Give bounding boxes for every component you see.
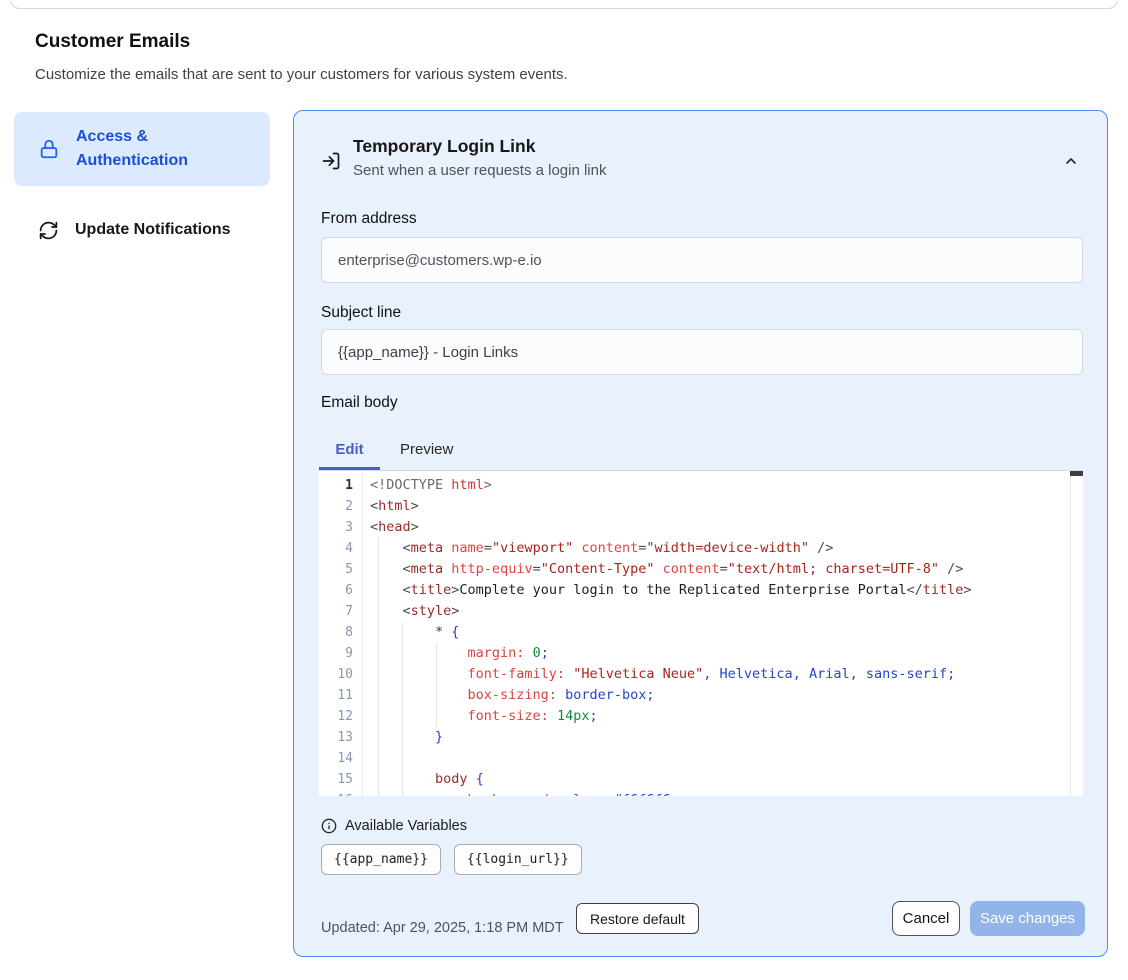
sidebar-item-label: Access & Authentication — [76, 125, 256, 173]
line-number-gutter: 12345678910111213141516 — [319, 471, 363, 796]
active-tab-underline — [319, 467, 380, 470]
variable-chip[interactable]: {{app_name}} — [321, 844, 441, 875]
page-subtitle: Customize the emails that are sent to yo… — [35, 66, 568, 83]
panel-subtitle: Sent when a user requests a login link — [353, 162, 606, 179]
code-editor[interactable]: 12345678910111213141516 <!DOCTYPE html><… — [319, 470, 1083, 796]
info-icon — [321, 818, 337, 834]
code-lines[interactable]: <!DOCTYPE html><html><head> <meta name="… — [364, 471, 1070, 796]
panel-header: Temporary Login Link Sent when a user re… — [353, 136, 606, 179]
from-address-label: From address — [321, 210, 417, 228]
tab-preview[interactable]: Preview — [380, 431, 473, 467]
updated-timestamp: Updated: Apr 29, 2025, 1:18 PM MDT — [321, 920, 564, 936]
editor-scrollbar-thumb[interactable] — [1070, 471, 1083, 476]
tab-edit[interactable]: Edit — [319, 431, 380, 467]
available-variables-label: Available Variables — [345, 818, 467, 834]
variable-chips: {{app_name}} {{login_url}} — [321, 844, 582, 875]
variable-chip[interactable]: {{login_url}} — [454, 844, 582, 875]
subject-line-label: Subject line — [321, 304, 401, 322]
panel-title: Temporary Login Link — [353, 136, 606, 157]
email-body-tabs: Edit Preview — [319, 431, 473, 467]
editor-scrollbar[interactable] — [1070, 471, 1083, 796]
available-variables-row: Available Variables — [321, 818, 467, 834]
temporary-login-link-panel: Temporary Login Link Sent when a user re… — [293, 110, 1108, 957]
refresh-icon — [38, 220, 59, 241]
sidebar-item-access-authentication[interactable]: Access & Authentication — [14, 112, 270, 186]
sidebar-item-label: Update Notifications — [75, 218, 231, 242]
save-changes-button[interactable]: Save changes — [970, 901, 1085, 936]
log-in-icon — [321, 151, 341, 171]
cancel-button[interactable]: Cancel — [892, 901, 960, 936]
email-body-label: Email body — [321, 394, 398, 412]
sidebar-item-update-notifications[interactable]: Update Notifications — [14, 211, 270, 249]
page-title: Customer Emails — [35, 31, 190, 53]
email-types-sidebar: Access & Authentication Update Notificat… — [14, 112, 270, 249]
subject-line-input[interactable] — [321, 329, 1083, 375]
restore-default-button[interactable]: Restore default — [576, 903, 699, 934]
lock-icon — [38, 138, 60, 160]
collapse-button[interactable] — [1059, 149, 1083, 173]
from-address-input[interactable] — [321, 237, 1083, 283]
chevron-up-icon — [1063, 153, 1079, 169]
previous-card-edge — [10, 0, 1118, 9]
